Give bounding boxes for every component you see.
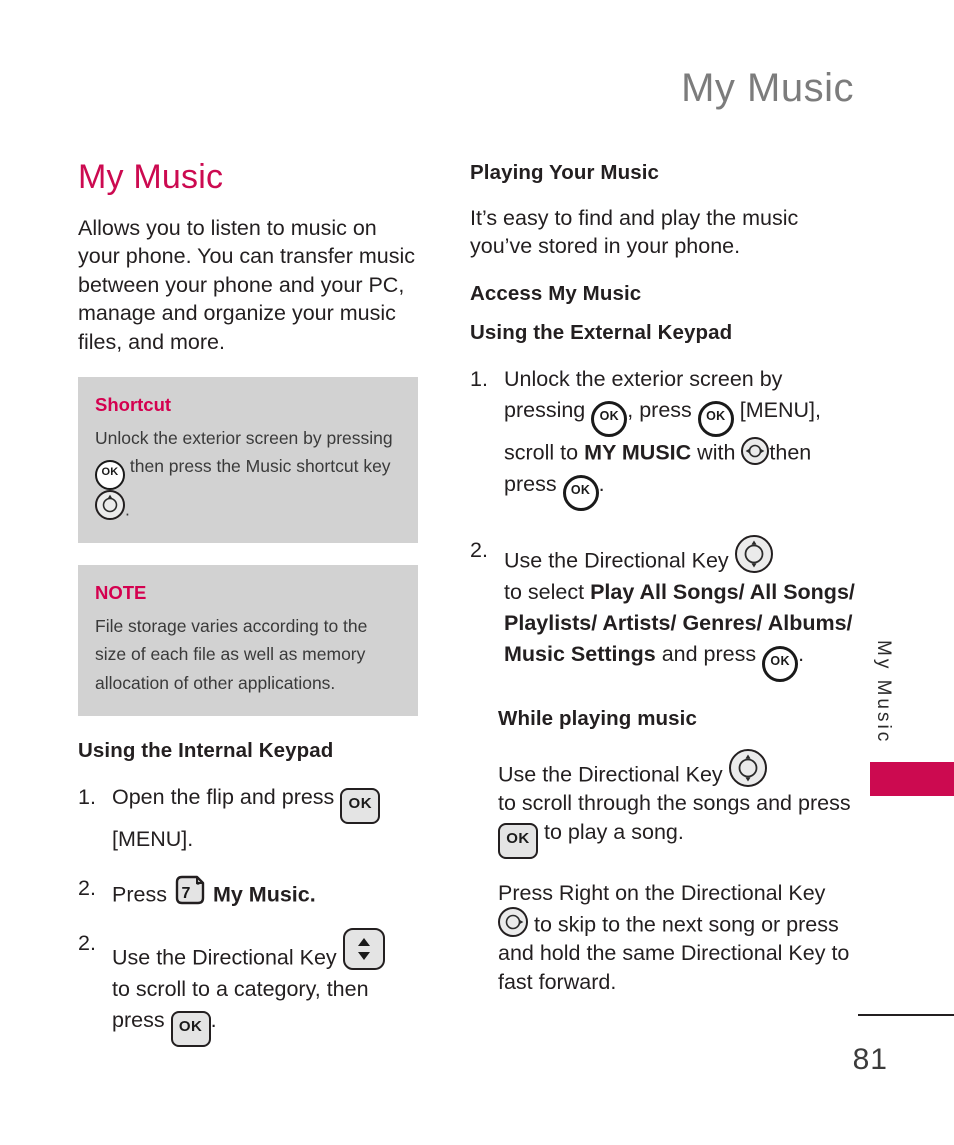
step-number: 1.	[470, 367, 488, 392]
while-playing-part3: to play a song.	[543, 819, 684, 844]
step-number: 2.	[470, 538, 488, 563]
note-callout: NOTE File storage varies according to th…	[78, 564, 418, 717]
list-item: 1. Open the flip and press OK [MENU].	[78, 782, 418, 855]
external-keypad-steps: 1. Unlock the exterior screen by pressin…	[470, 364, 855, 682]
ok-key-icon: OK	[95, 460, 125, 491]
step-text-part2: [MENU].	[112, 826, 194, 851]
internal-keypad-heading: Using the Internal Keypad	[78, 739, 334, 763]
fast-forward-part1: Press Right on the Directional Key	[498, 880, 826, 905]
step-text-part1: Open the flip and press	[112, 784, 335, 809]
right-column: Playing Your Music It’s easy to find and…	[470, 160, 855, 1065]
step-text-part3: and press	[661, 642, 757, 667]
step-text-part2: to scroll to a category, then press	[112, 976, 369, 1033]
playing-your-music-heading: Playing Your Music	[470, 161, 660, 184]
section-title: My Music	[78, 158, 224, 196]
shortcut-text-part2: then press the Music shortcut key	[129, 456, 391, 477]
intro-paragraph: Allows you to listen to music on your ph…	[78, 215, 416, 355]
page-number: 81	[852, 1043, 888, 1076]
while-playing-part2: to scroll through the songs and press	[498, 791, 851, 816]
internal-keypad-steps: 1. Open the flip and press OK [MENU]. 2.…	[78, 782, 418, 1047]
directional-key-icon	[728, 749, 767, 788]
step-text-bold1: MY MUSIC	[584, 440, 692, 465]
footer-rule	[858, 1014, 954, 1016]
directional-key-icon	[734, 535, 773, 574]
running-header-title: My Music	[681, 66, 854, 110]
step-text-part1: Press	[112, 882, 167, 907]
step-text-part2: , press	[627, 398, 692, 423]
shortcut-text: Unlock the exterior screen by pressing O…	[95, 424, 401, 524]
ok-key-icon: OK	[697, 401, 734, 438]
while-playing-part1: Use the Directional Key	[498, 762, 723, 787]
playing-your-music-text: It’s easy to find and play the music you…	[470, 205, 799, 259]
svg-text:*: *	[196, 880, 200, 890]
step-text-part1: Use the Directional Key	[504, 548, 729, 573]
directional-key-icon	[95, 490, 125, 521]
step-text-part1: Use the Directional Key	[112, 945, 337, 970]
ok-key-icon: OK	[591, 401, 628, 438]
ok-key-icon: OK	[762, 645, 799, 682]
shortcut-callout: Shortcut Unlock the exterior screen by p…	[78, 376, 418, 543]
step-number: 2.	[78, 931, 96, 956]
shortcut-text-part3: .	[125, 499, 130, 520]
fast-forward-part2: to skip to the next song or press and ho…	[498, 912, 850, 994]
list-item: 2. Use the Directional Key to select Pla…	[470, 535, 855, 682]
list-item: 1. Unlock the exterior screen by pressin…	[470, 364, 855, 512]
note-text: File storage varies according to the siz…	[95, 616, 368, 693]
side-tab-label: My Music	[873, 640, 894, 745]
ok-key-icon: OK	[562, 475, 599, 512]
list-item: 2. Use the Directional Key to scroll to …	[78, 928, 418, 1047]
up-down-directional-key-icon	[342, 928, 385, 971]
left-column: My Music Allows you to listen to music o…	[78, 158, 418, 1065]
note-label: NOTE	[95, 581, 147, 603]
fast-forward-text: Press Right on the Directional Key to sk…	[498, 879, 855, 997]
external-keypad-heading: Using the External Keypad	[470, 321, 733, 345]
step-text-part2: to select	[504, 579, 585, 604]
shortcut-label: Shortcut	[95, 393, 172, 415]
ok-key-icon: OK	[498, 822, 538, 859]
while-playing-text: Use the Directional Key to scroll throug…	[498, 749, 855, 859]
directional-key-icon	[741, 437, 770, 466]
page-columns: My Music Allows you to listen to music o…	[78, 158, 876, 1065]
step-number: 1.	[78, 784, 96, 809]
numeric-7-key-icon: 7 *	[173, 873, 207, 907]
ok-key-icon: OK	[170, 1011, 211, 1047]
directional-key-right-icon	[498, 907, 528, 938]
while-playing-block: While playing music Use the Directional …	[470, 706, 855, 997]
shortcut-text-part1: Unlock the exterior screen by pressing	[95, 427, 393, 448]
side-tab-accent-bar	[870, 762, 954, 796]
list-item: 2. Press 7 * My Music.	[78, 873, 418, 911]
step-number: 2.	[78, 875, 96, 900]
access-my-music-heading: Access My Music	[470, 281, 642, 305]
step-text-part4: .	[798, 642, 805, 667]
step-text-part3: .	[210, 1008, 217, 1033]
svg-text:7: 7	[182, 885, 191, 902]
ok-key-icon: OK	[340, 787, 381, 824]
while-playing-heading: While playing music	[498, 706, 697, 730]
step-text-part6: .	[598, 472, 605, 497]
step-text-part4: with	[697, 440, 736, 465]
step-text-part2: My Music.	[212, 882, 316, 907]
